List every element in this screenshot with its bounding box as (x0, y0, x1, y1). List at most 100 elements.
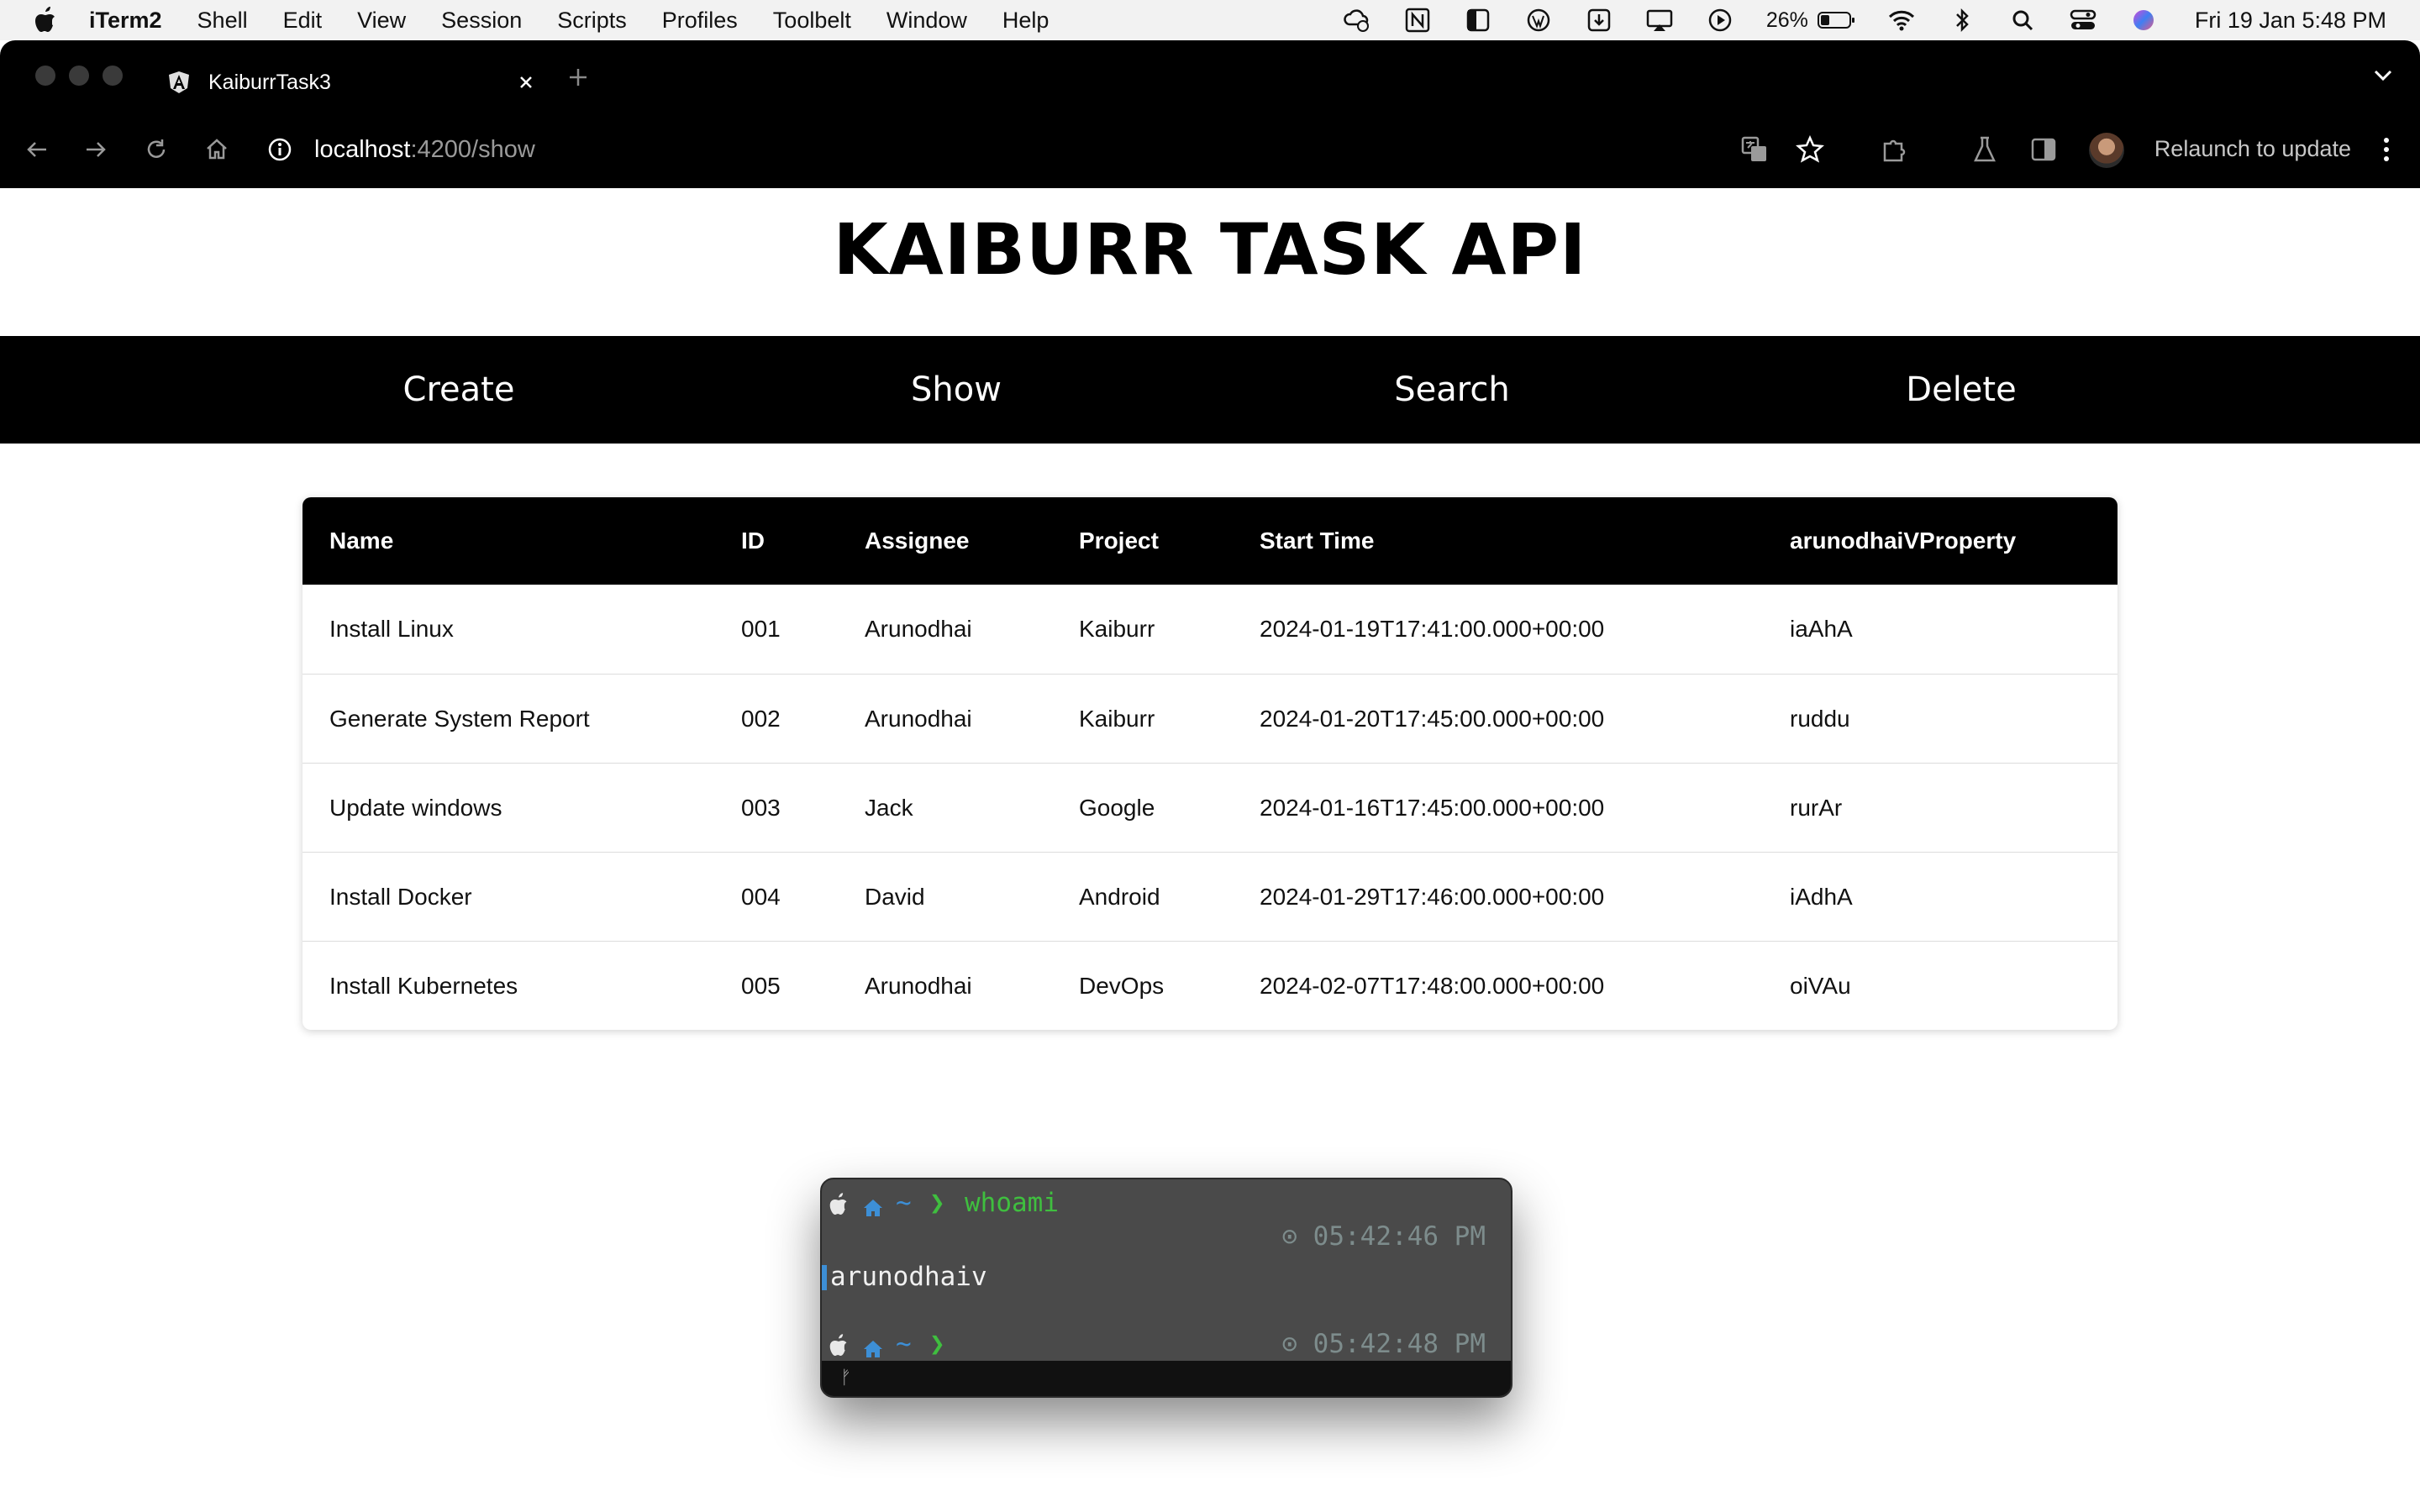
col-header-id: ID (741, 528, 765, 554)
terminal-output: arunodhaiv (830, 1262, 987, 1292)
labs-flask-icon[interactable] (1970, 134, 2000, 165)
table-header: Name ID Assignee Project Start Time arun… (302, 497, 2118, 585)
forward-icon[interactable] (81, 134, 111, 165)
cell-property: rurAr (1790, 795, 1843, 821)
menu-help[interactable]: Help (1002, 8, 1050, 34)
spotlight-search-icon[interactable] (2008, 6, 2037, 34)
page-title: KAIBURR TASK API (833, 208, 1587, 291)
nav-create[interactable]: Create (403, 336, 515, 444)
cell-project: Kaiburr (1079, 706, 1155, 732)
window-zoom-button[interactable] (103, 66, 123, 86)
tasks-table: Name ID Assignee Project Start Time arun… (302, 497, 2118, 1030)
download-icon[interactable] (1585, 6, 1613, 34)
extensions-icon[interactable] (1879, 134, 1909, 165)
url-host: localhost (314, 135, 411, 163)
menu-view[interactable]: View (357, 8, 406, 34)
address-bar[interactable]: localhost:4200/show (267, 126, 1696, 173)
cell-id: 004 (741, 884, 781, 910)
menu-session[interactable]: Session (441, 8, 522, 34)
nav-delete[interactable]: Delete (1906, 336, 2016, 444)
menu-edit[interactable]: Edit (283, 8, 323, 34)
cell-start-time: 2024-02-07T17:48:00.000+00:00 (1260, 973, 1605, 999)
menu-toolbelt[interactable]: Toolbelt (773, 8, 851, 34)
cloud-status-icon[interactable] (1343, 6, 1371, 34)
back-icon[interactable] (22, 134, 52, 165)
translate-icon[interactable] (1739, 134, 1770, 165)
terminal-prompt-line: ~ ❯ ⊙ 05:42:48 PM (822, 1327, 1511, 1361)
menu-window[interactable]: Window (886, 8, 967, 34)
col-header-start-time: Start Time (1260, 528, 1375, 554)
site-info-icon[interactable] (267, 135, 296, 164)
wifi-icon[interactable] (1887, 6, 1916, 34)
prompt-arrow: ❯ (929, 1329, 945, 1359)
cell-name: Install Linux (329, 616, 454, 642)
side-panel-icon[interactable] (2028, 134, 2059, 165)
table-row: Update windows 003 Jack Google 2024-01-1… (302, 763, 2118, 852)
cell-id: 002 (741, 706, 781, 732)
bookmark-star-icon[interactable] (1795, 134, 1825, 165)
notion-icon[interactable] (1403, 6, 1432, 34)
main-nav: Create Show Search Delete (0, 336, 2420, 444)
apple-prompt-icon (829, 1191, 850, 1215)
sidebar-app-icon[interactable] (1464, 6, 1492, 34)
home-icon[interactable] (202, 134, 232, 165)
profile-avatar[interactable] (2089, 133, 2124, 168)
control-center-icon[interactable] (2069, 6, 2097, 34)
browser-toolbar: localhost:4200/show Relaunch to update (0, 111, 2420, 188)
table-row: Install Docker 004 David Android 2024-01… (302, 852, 2118, 941)
tab-close-icon[interactable] (513, 69, 539, 96)
tab-title: KaiburrTask3 (208, 70, 331, 94)
cell-project: Google (1079, 795, 1155, 821)
nav-search[interactable]: Search (1394, 336, 1509, 444)
play-icon[interactable] (1706, 6, 1734, 34)
prompt-tilde: ~ (896, 1188, 912, 1218)
nav-show[interactable]: Show (911, 336, 1002, 444)
battery-icon[interactable] (1817, 6, 1855, 34)
cell-start-time: 2024-01-29T17:46:00.000+00:00 (1260, 884, 1605, 910)
table-row: Generate System Report 002 Arunodhai Kai… (302, 674, 2118, 763)
menu-profiles[interactable]: Profiles (662, 8, 738, 34)
angular-favicon-icon (168, 70, 193, 95)
status-area: 26% Fri 19 Jan 5:48 PM (1343, 0, 2420, 40)
cell-property: iAdhA (1790, 884, 1853, 910)
browser-tab[interactable]: KaiburrTask3 (150, 54, 544, 111)
new-tab-icon[interactable] (565, 64, 592, 91)
table-row: Install Kubernetes 005 Arunodhai DevOps … (302, 941, 2118, 1030)
tab-search-chevron-icon[interactable] (2370, 62, 2396, 89)
cell-assignee: David (865, 884, 925, 910)
bluetooth-icon[interactable] (1948, 6, 1976, 34)
cell-project: Kaiburr (1079, 616, 1155, 642)
more-menu-icon[interactable] (2371, 134, 2402, 165)
cell-name: Install Kubernetes (329, 973, 518, 999)
menu-shell[interactable]: Shell (197, 8, 248, 34)
wordpress-icon[interactable] (1524, 6, 1553, 34)
battery-percent: 26% (1765, 8, 1808, 32)
cell-start-time: 2024-01-19T17:41:00.000+00:00 (1260, 616, 1605, 642)
prompt-tilde: ~ (896, 1329, 912, 1359)
cell-start-time: 2024-01-16T17:45:00.000+00:00 (1260, 795, 1605, 821)
cell-assignee: Arunodhai (865, 706, 972, 732)
app-menu[interactable]: iTerm2 (89, 8, 162, 34)
menubar-clock[interactable]: Fri 19 Jan 5:48 PM (2195, 8, 2386, 34)
reload-icon[interactable] (141, 134, 171, 165)
cell-property: iaAhA (1790, 616, 1853, 642)
cell-property: oiVAu (1790, 973, 1851, 999)
cell-name: Install Docker (329, 884, 472, 910)
terminal-time-line: ⊙ 05:42:46 PM (822, 1220, 1511, 1253)
terminal-window[interactable]: ~ ❯ whoami ⊙ 05:42:46 PM arunodhaiv ~ ❯ … (820, 1178, 1512, 1398)
window-minimize-button[interactable] (69, 66, 89, 86)
cell-assignee: Arunodhai (865, 973, 972, 999)
apple-menu-icon[interactable] (34, 7, 59, 34)
tab-strip: KaiburrTask3 (0, 40, 2420, 111)
table-row: Install Linux 001 Arunodhai Kaiburr 2024… (302, 585, 2118, 674)
menu-scripts[interactable]: Scripts (557, 8, 627, 34)
window-close-button[interactable] (35, 66, 55, 86)
cell-id: 003 (741, 795, 781, 821)
screen-mirror-icon[interactable] (1645, 6, 1674, 34)
cell-project: DevOps (1079, 973, 1165, 999)
terminal-timestamp: ⊙ 05:42:48 PM (1281, 1329, 1486, 1359)
menu-bar: iTerm2 Shell Edit View Session Scripts P… (0, 0, 2420, 40)
apple-prompt-icon (829, 1332, 850, 1356)
relaunch-to-update-button[interactable]: Relaunch to update (2154, 136, 2351, 162)
siri-icon[interactable] (2129, 6, 2158, 34)
